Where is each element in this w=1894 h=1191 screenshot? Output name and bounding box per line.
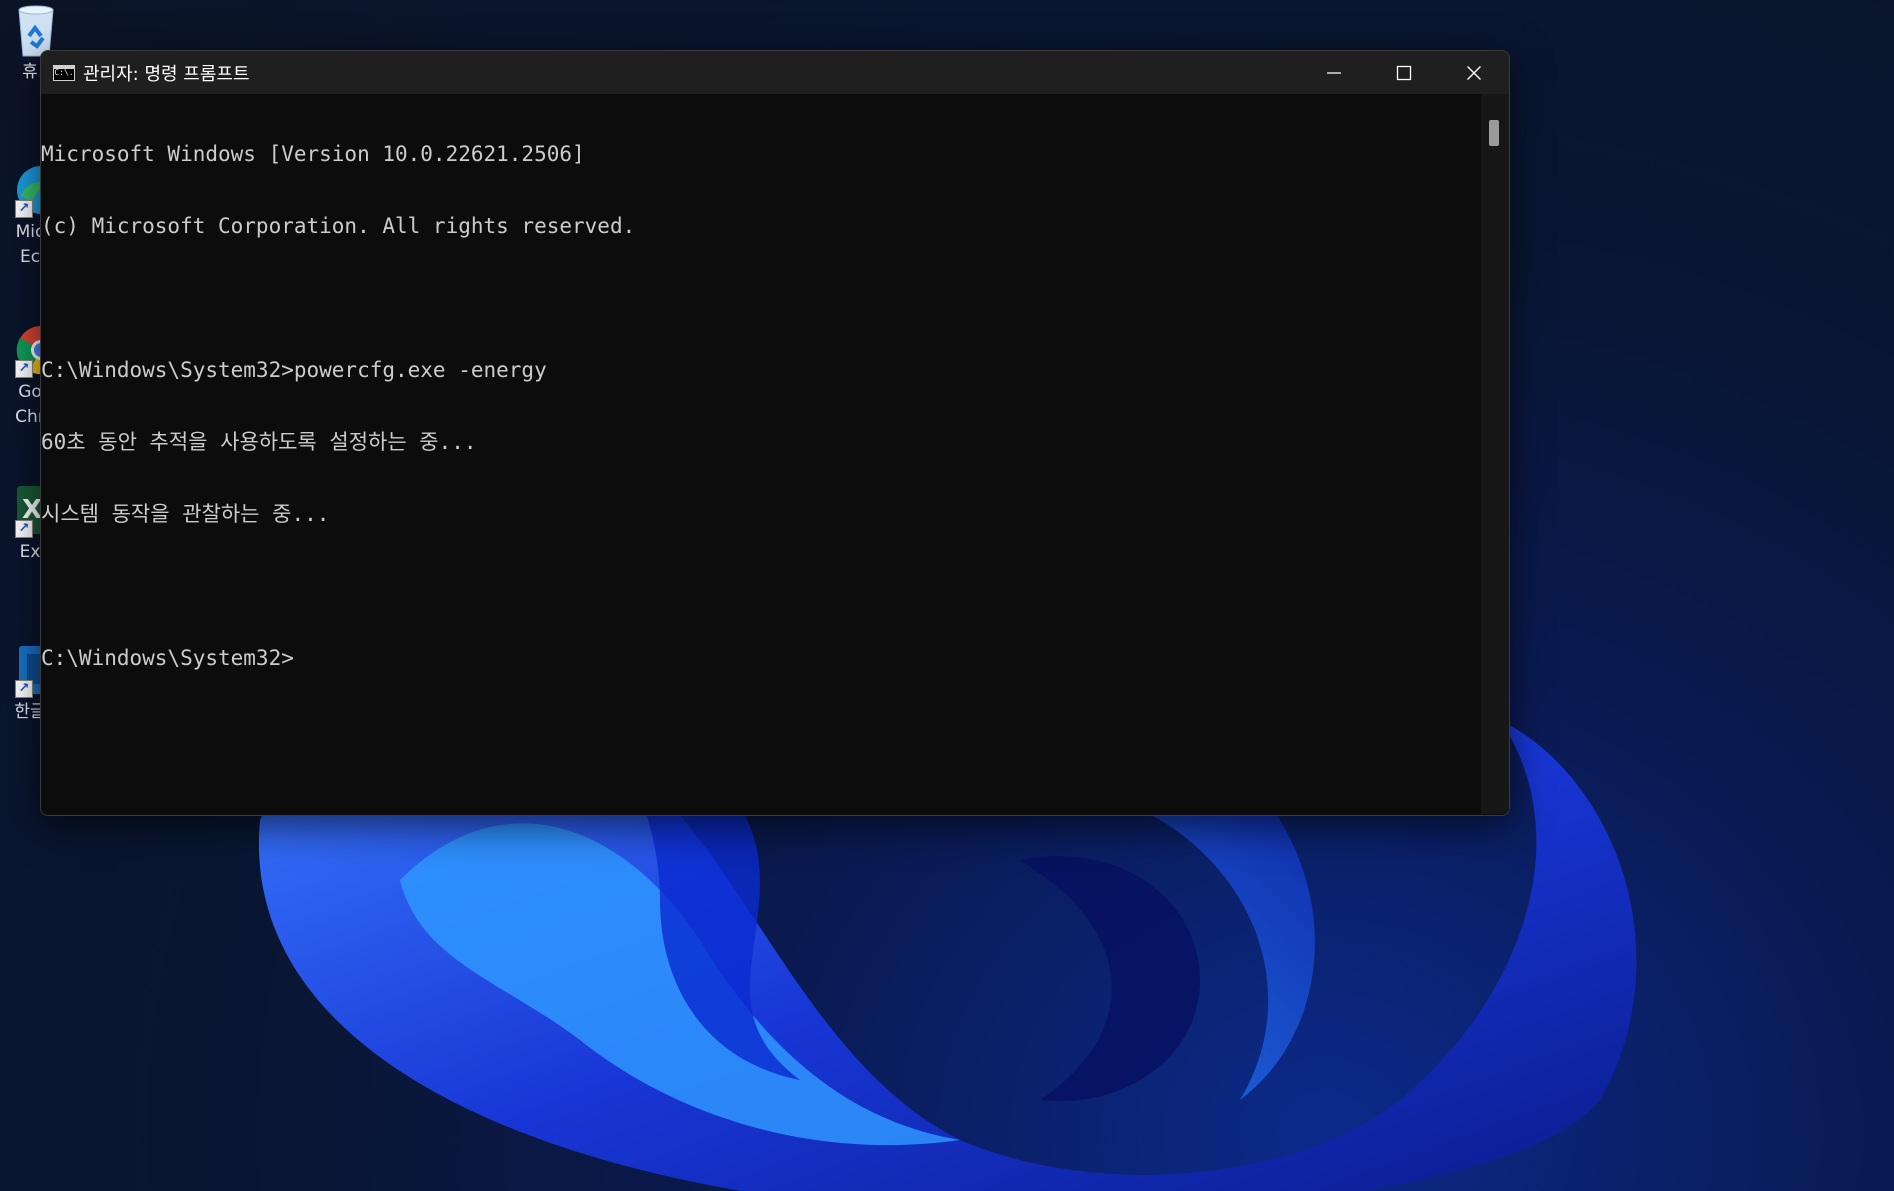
maximize-icon	[1396, 65, 1412, 80]
console-output[interactable]: Microsoft Windows [Version 10.0.22621.25…	[41, 94, 1481, 814]
shortcut-arrow-icon: ↗	[15, 200, 33, 218]
window-controls	[1299, 51, 1509, 94]
shortcut-arrow-icon: ↗	[15, 520, 33, 538]
console-line: C:\Windows\System32>powercfg.exe -energy	[41, 358, 547, 382]
console-line: (c) Microsoft Corporation. All rights re…	[41, 214, 636, 238]
scrollbar-thumb[interactable]	[1489, 120, 1499, 146]
desktop: 휴 ↗ Mic Ec ↗ Go Chr X ↗ Ex ↗ 한글 C:\. 관리자…	[0, 0, 1894, 1191]
command-prompt-icon: C:\.	[53, 64, 75, 81]
close-icon	[1467, 65, 1481, 80]
shortcut-arrow-icon: ↗	[15, 680, 33, 698]
console-prompt-line[interactable]: C:\Windows\System32>	[41, 646, 1481, 670]
command-prompt-window[interactable]: C:\. 관리자: 명령 프롬프트 Microsoft Windows [Ver…	[40, 50, 1510, 816]
console-line: Microsoft Windows [Version 10.0.22621.25…	[41, 142, 585, 166]
shortcut-arrow-icon: ↗	[15, 360, 33, 378]
window-title: 관리자: 명령 프롬프트	[83, 63, 250, 85]
minimize-icon	[1327, 71, 1341, 74]
close-button[interactable]	[1439, 51, 1509, 94]
console-line: 시스템 동작을 관찰하는 중...	[41, 502, 330, 526]
console-line: 60초 동안 추적을 사용하도록 설정하는 중...	[41, 430, 477, 454]
console-scrollbar[interactable]	[1481, 94, 1509, 814]
minimize-button[interactable]	[1299, 51, 1369, 94]
maximize-button[interactable]	[1369, 51, 1439, 94]
window-titlebar[interactable]: C:\. 관리자: 명령 프롬프트	[41, 51, 1509, 94]
